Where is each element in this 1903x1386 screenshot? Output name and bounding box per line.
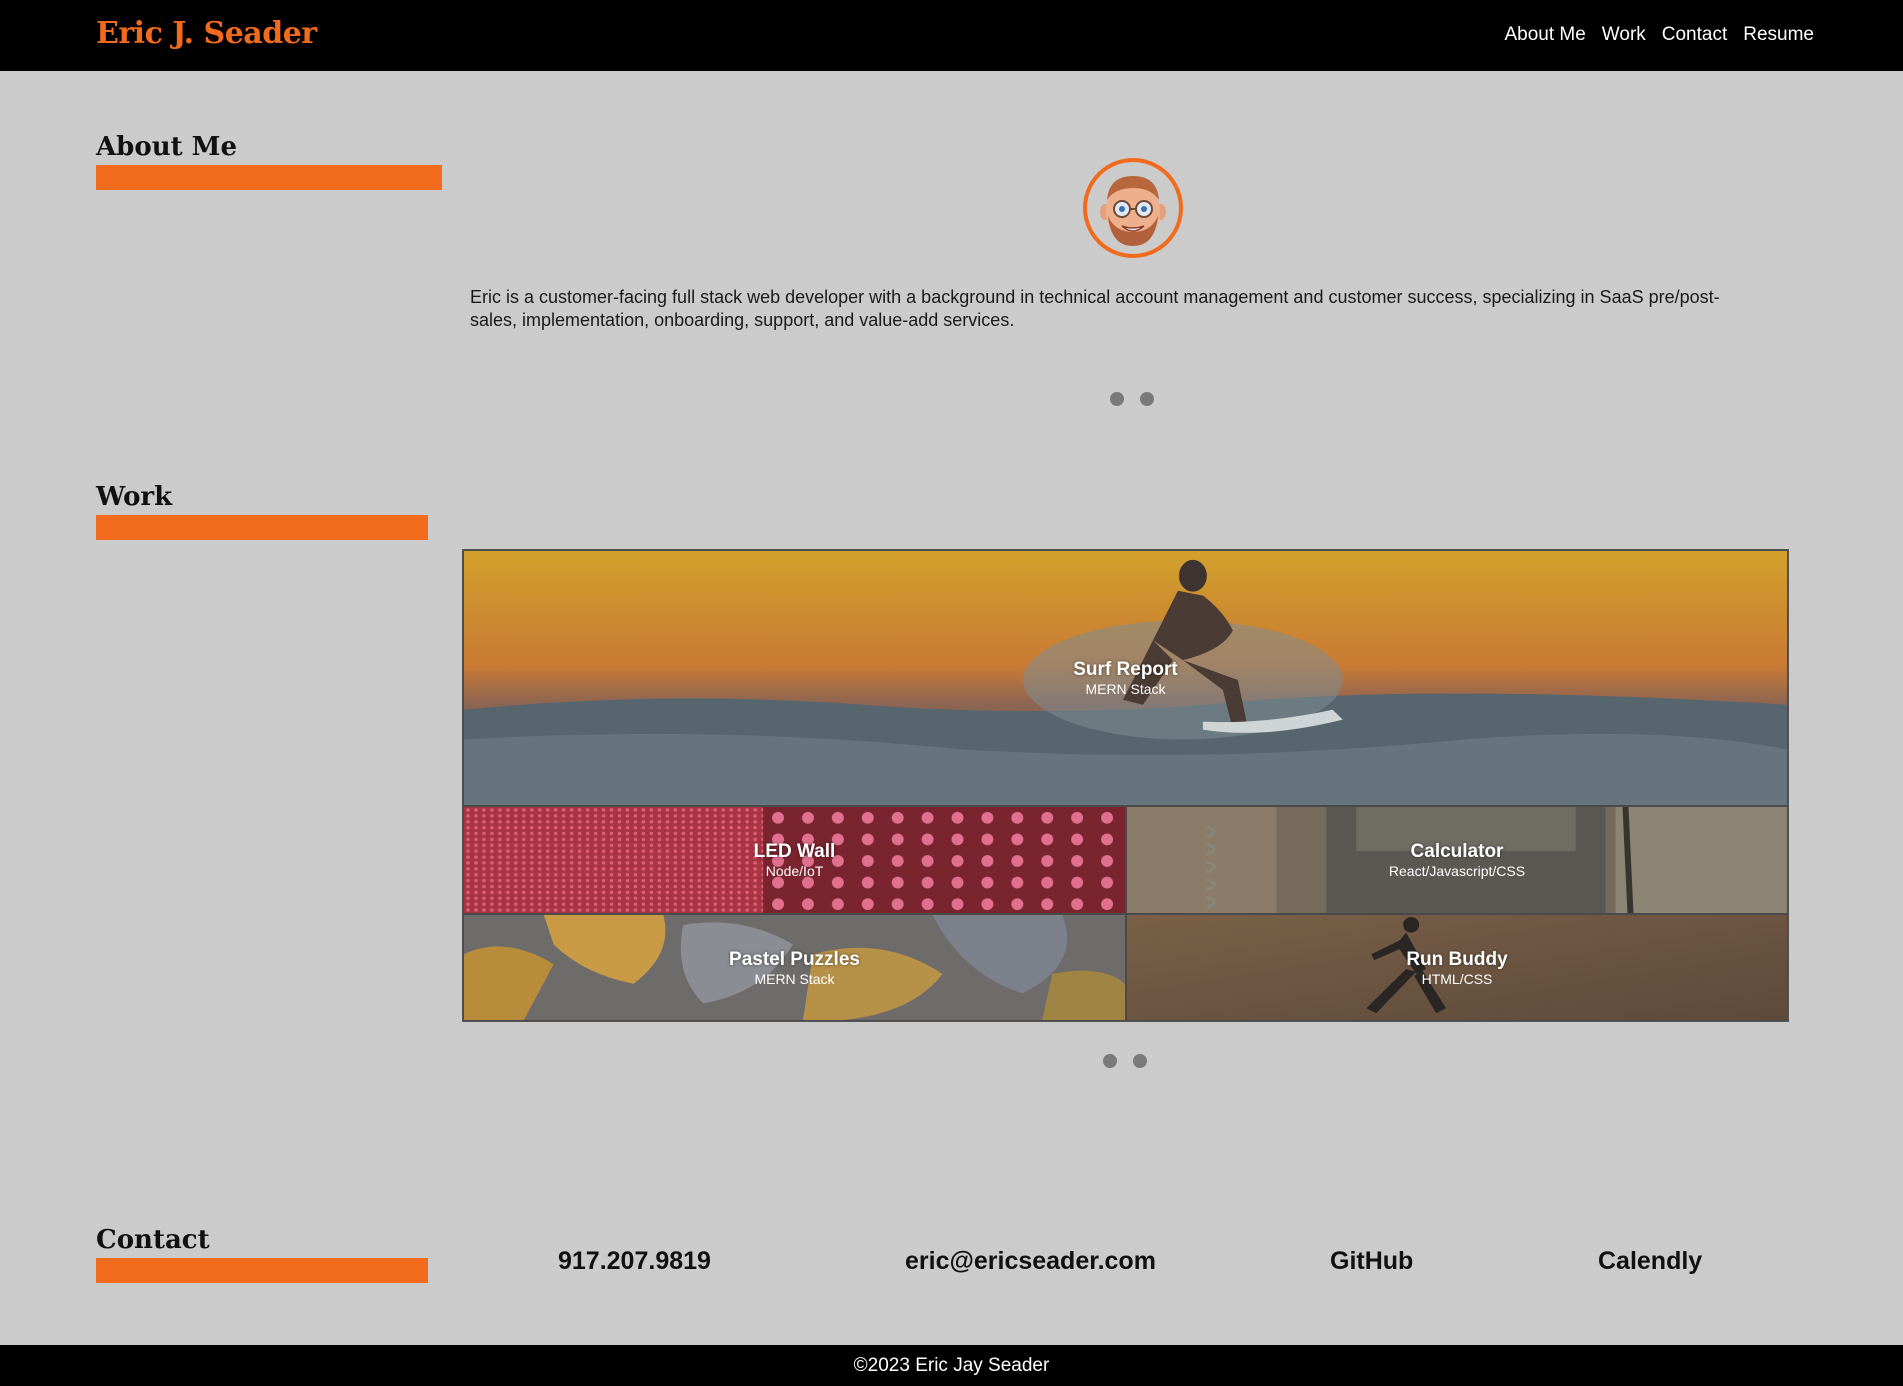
project-tile-pastel-puzzles[interactable]: Pastel Puzzles MERN Stack — [463, 914, 1126, 1021]
about-description: Eric is a customer-facing full stack web… — [470, 287, 1720, 330]
work-title-underline — [96, 515, 428, 540]
project-tile-calculator[interactable]: Calculator React/Javascript/CSS — [1126, 806, 1788, 914]
project-title: Calculator — [1410, 841, 1504, 862]
project-tile-surf-report[interactable]: Surf Report MERN Stack — [463, 550, 1788, 806]
nav-link-contact[interactable]: Contact — [1662, 24, 1727, 46]
about-carousel-dot-1[interactable] — [1110, 392, 1124, 406]
contact-email-link[interactable]: eric@ericseader.com — [905, 1247, 1156, 1276]
site-header: Eric J. Seader About Me Work Contact Res… — [0, 0, 1903, 71]
project-caption: Surf Report MERN Stack — [464, 659, 1787, 697]
nav-link-work[interactable]: Work — [1602, 24, 1646, 46]
nav-link-resume[interactable]: Resume — [1743, 24, 1814, 46]
work-section-title: Work — [96, 482, 173, 512]
contact-section-title: Contact — [96, 1225, 210, 1255]
work-carousel-dot-1[interactable] — [1103, 1054, 1117, 1068]
contact-phone-link[interactable]: 917.207.9819 — [558, 1247, 711, 1276]
about-title-underline — [96, 165, 442, 190]
project-caption: Pastel Puzzles MERN Stack — [464, 949, 1125, 987]
project-title: Run Buddy — [1406, 948, 1508, 970]
project-title: LED Wall — [753, 841, 836, 862]
project-title: Pastel Puzzles — [729, 948, 860, 970]
about-carousel-dot-2[interactable] — [1140, 392, 1154, 406]
main-nav: About Me Work Contact Resume — [1504, 24, 1814, 46]
memoji-avatar-icon — [1083, 158, 1183, 258]
about-section-title: About Me — [96, 132, 237, 162]
project-stack: HTML/CSS — [1421, 970, 1493, 987]
project-stack: Node/IoT — [765, 863, 824, 879]
project-caption: Run Buddy HTML/CSS — [1127, 949, 1787, 987]
brand-logo-link[interactable]: Eric J. Seader — [96, 16, 317, 51]
work-project-grid: Surf Report MERN Stack LED Wall Node/IoT — [462, 549, 1789, 1022]
nav-link-about[interactable]: About Me — [1504, 24, 1585, 46]
project-caption: Calculator React/Javascript/CSS — [1127, 841, 1787, 879]
about-carousel-dots — [1110, 392, 1154, 406]
project-stack: MERN Stack — [754, 970, 835, 987]
work-carousel-dots — [1103, 1054, 1147, 1068]
footer-copyright: ©2023 Eric Jay Seader — [853, 1355, 1050, 1376]
project-title: Surf Report — [1073, 659, 1178, 680]
contact-calendly-link[interactable]: Calendly — [1598, 1247, 1702, 1276]
project-tile-led-wall[interactable]: LED Wall Node/IoT — [463, 806, 1126, 914]
work-carousel-dot-2[interactable] — [1133, 1054, 1147, 1068]
project-stack: MERN Stack — [1085, 681, 1166, 697]
contact-title-underline — [96, 1258, 428, 1283]
contact-github-link[interactable]: GitHub — [1330, 1247, 1413, 1276]
project-tile-run-buddy[interactable]: Run Buddy HTML/CSS — [1126, 914, 1788, 1021]
project-stack: React/Javascript/CSS — [1388, 863, 1526, 879]
project-caption: LED Wall Node/IoT — [464, 841, 1125, 879]
site-footer: ©2023 Eric Jay Seader — [0, 1345, 1903, 1386]
